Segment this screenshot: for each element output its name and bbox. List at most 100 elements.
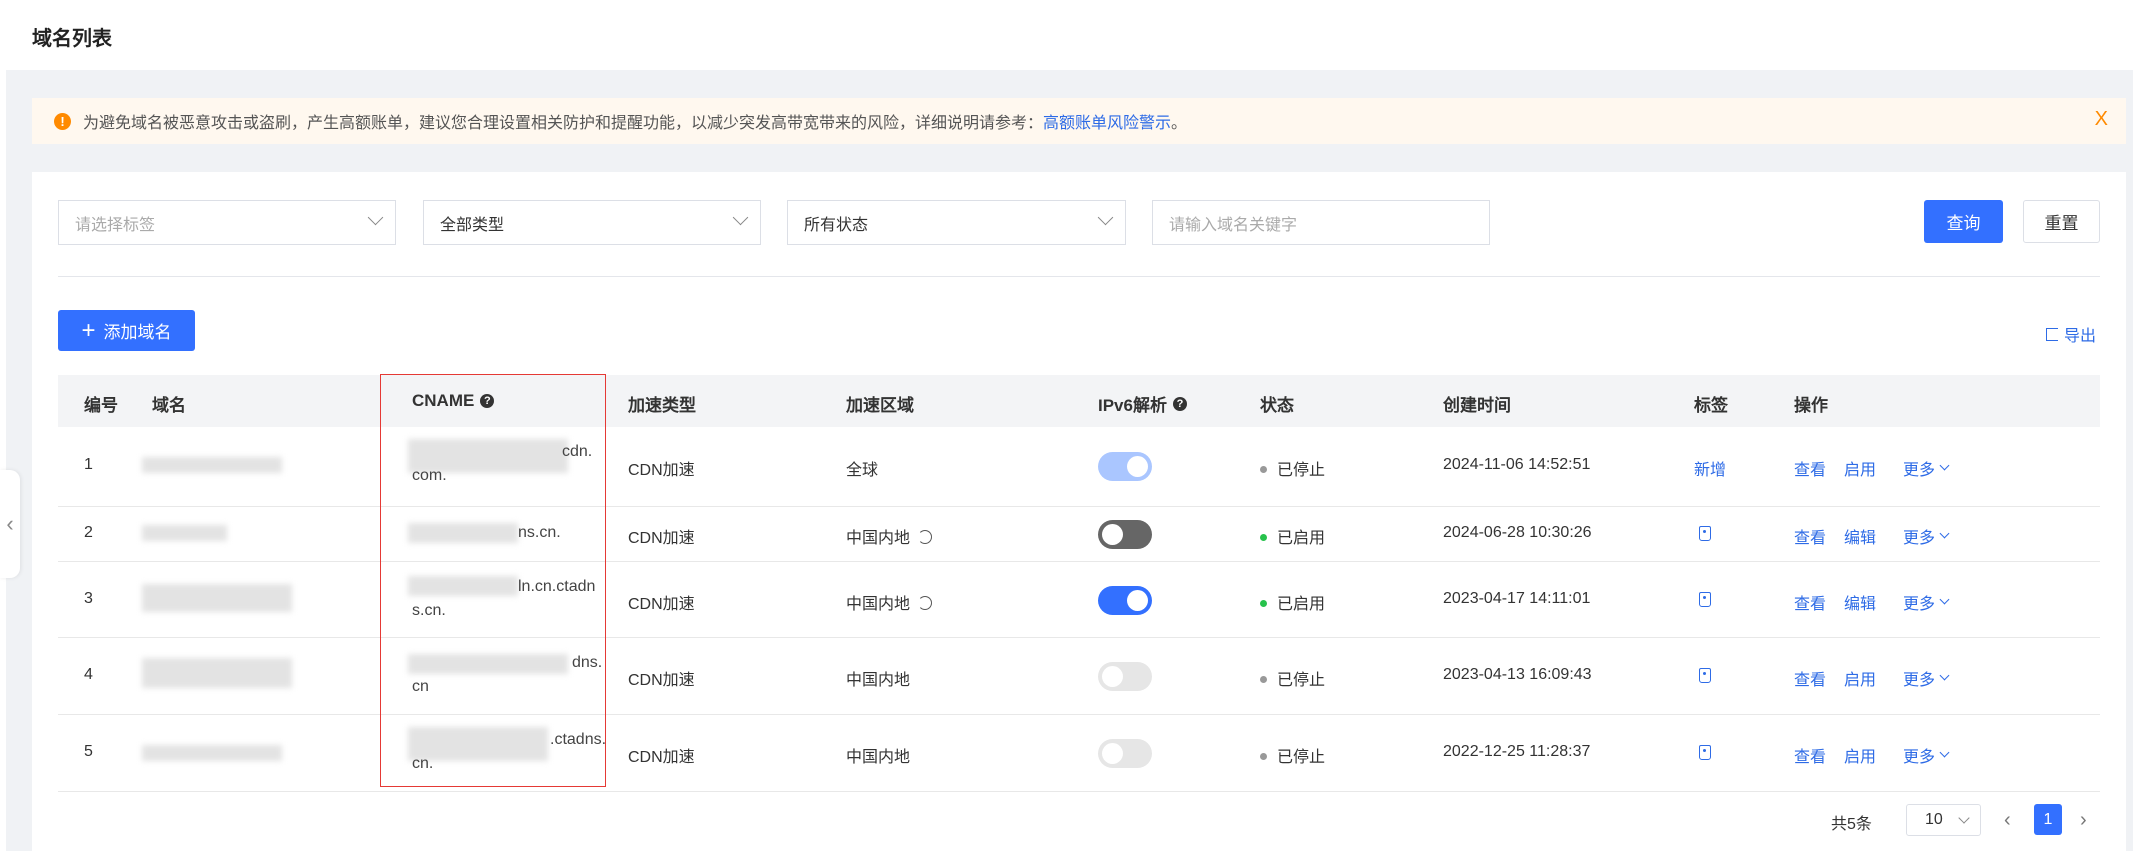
add-domain-button[interactable]: + 添加域名 [58,310,195,351]
export-label: 导出 [2063,328,2096,345]
more-dropdown[interactable]: 更多 [1903,456,1950,480]
header-region: 加速区域 [846,396,914,415]
tag-icon[interactable] [1699,745,1711,760]
header-type: 加速类型 [628,396,696,415]
blurred-domain [142,584,292,612]
view-link[interactable]: 查看 [1794,666,1826,690]
accel-region: 中国内地 [846,672,911,689]
chevron-down-icon [1958,812,1970,824]
ipv6-toggle[interactable] [1098,586,1152,615]
chevron-down-icon [1939,528,1950,538]
header-no: 编号 [84,396,118,415]
status-cell: 已停止 [1260,743,1325,767]
accel-type: CDN加速 [628,462,695,479]
query-button[interactable]: 查询 [1924,200,2003,243]
accel-region: 中国内地 [846,749,911,766]
toggle-knob [1127,456,1148,477]
status-text: 已停止 [1277,462,1326,479]
table-row: 4 dns. cn CDN加速 中国内地 已停止 2023-04-13 16:0… [58,638,2100,715]
row-no: 1 [84,456,93,473]
divider [58,276,2100,277]
toggle-knob [1102,666,1123,687]
alert-text: 为避免域名被恶意攻击或盗刷，产生高额账单，建议您合理设置相关防护和提醒功能，以减… [83,115,1044,132]
more-dropdown[interactable]: 更多 [1903,524,1950,548]
created-time: 2022-12-25 11:28:37 [1443,743,1591,760]
risk-alert-banner: ! 为避免域名被恶意攻击或盗刷，产生高额账单，建议您合理设置相关防护和提醒功能，… [32,98,2126,144]
view-link[interactable]: 查看 [1794,590,1826,614]
chevron-down-icon [1939,670,1950,680]
more-dropdown[interactable]: 更多 [1903,743,1950,767]
add-tag-link[interactable]: 新增 [1694,456,1726,480]
help-icon[interactable]: ? [480,394,495,408]
row-no: 3 [84,590,93,607]
export-link[interactable]: 导出 [2045,322,2096,346]
enable-link[interactable]: 启用 [1844,666,1876,690]
close-icon[interactable]: X [2095,108,2108,131]
keyword-input[interactable]: 请输入域名关键字 [1152,200,1490,245]
status-text: 已停止 [1277,749,1326,766]
header-cname: CNAME ? [412,391,495,411]
header-created: 创建时间 [1443,396,1511,415]
status-dot [1260,466,1267,474]
status-cell: 已停止 [1260,456,1325,480]
blurred-domain [142,658,292,688]
accel-region-label: 中国内地 [846,530,911,547]
ipv6-toggle[interactable] [1098,739,1152,768]
add-domain-label: 添加域名 [103,323,172,342]
warning-icon: ! [54,112,71,130]
refresh-icon[interactable] [918,595,933,610]
alert-link[interactable]: 高额账单风险警示 [1043,109,1171,133]
ipv6-toggle[interactable] [1098,452,1152,481]
chevron-down-icon [1939,594,1950,604]
plus-icon: + [81,316,96,344]
left-nav-strip [0,0,6,851]
accel-type: CDN加速 [628,530,695,547]
page-1-button[interactable]: 1 [2034,804,2062,835]
status-dot [1260,600,1267,608]
tag-select[interactable]: 请选择标签 [58,200,396,245]
type-select[interactable]: 全部类型 [423,200,761,245]
ipv6-toggle[interactable] [1098,662,1152,691]
status-cell: 已停止 [1260,666,1325,690]
header-status: 状态 [1260,396,1294,415]
chevron-down-icon [367,209,384,226]
view-link[interactable]: 查看 [1794,456,1826,480]
sidebar-collapse-handle[interactable]: ‹ [0,470,20,578]
cname-suffix: cdn. [562,443,593,460]
header-domain: 域名 [152,396,186,415]
more-dropdown[interactable]: 更多 [1903,590,1950,614]
view-link[interactable]: 查看 [1794,743,1826,767]
accel-region-label: 中国内地 [846,596,911,613]
help-icon[interactable]: ? [1172,396,1187,411]
next-page-button[interactable]: › [2080,809,2087,832]
toggle-knob [1102,524,1123,545]
enable-link[interactable]: 启用 [1844,456,1876,480]
status-text: 已启用 [1277,596,1326,613]
created-time: 2023-04-13 16:09:43 [1443,666,1592,683]
blurred-domain [142,525,227,541]
tag-icon[interactable] [1699,592,1711,607]
edit-link[interactable]: 编辑 [1844,524,1876,548]
cname-suffix: dns. [572,654,603,671]
tag-icon[interactable] [1699,668,1711,683]
row-no: 4 [84,666,93,683]
header-tag: 标签 [1694,396,1728,415]
tag-icon[interactable] [1699,526,1711,541]
cname-suffix-line2: cn. [412,755,434,772]
blurred-domain [142,745,282,761]
edit-link[interactable]: 编辑 [1844,590,1876,614]
blurred-domain [142,457,282,473]
accel-region: 中国内地 [846,524,933,548]
blurred-cname [408,654,568,674]
refresh-icon[interactable] [918,529,933,544]
page-header: 域名列表 [6,0,2133,70]
reset-button[interactable]: 重置 [2023,200,2100,243]
more-dropdown[interactable]: 更多 [1903,666,1950,690]
status-select[interactable]: 所有状态 [787,200,1126,245]
ipv6-toggle[interactable] [1098,520,1152,549]
table-row: 3 ln.cn.ctadn s.cn. CDN加速 中国内地 已启用 2023-… [58,562,2100,638]
enable-link[interactable]: 启用 [1844,743,1876,767]
prev-page-button[interactable]: ‹ [2004,809,2011,832]
view-link[interactable]: 查看 [1794,524,1826,548]
page-size-select[interactable]: 10 [1906,804,1981,836]
